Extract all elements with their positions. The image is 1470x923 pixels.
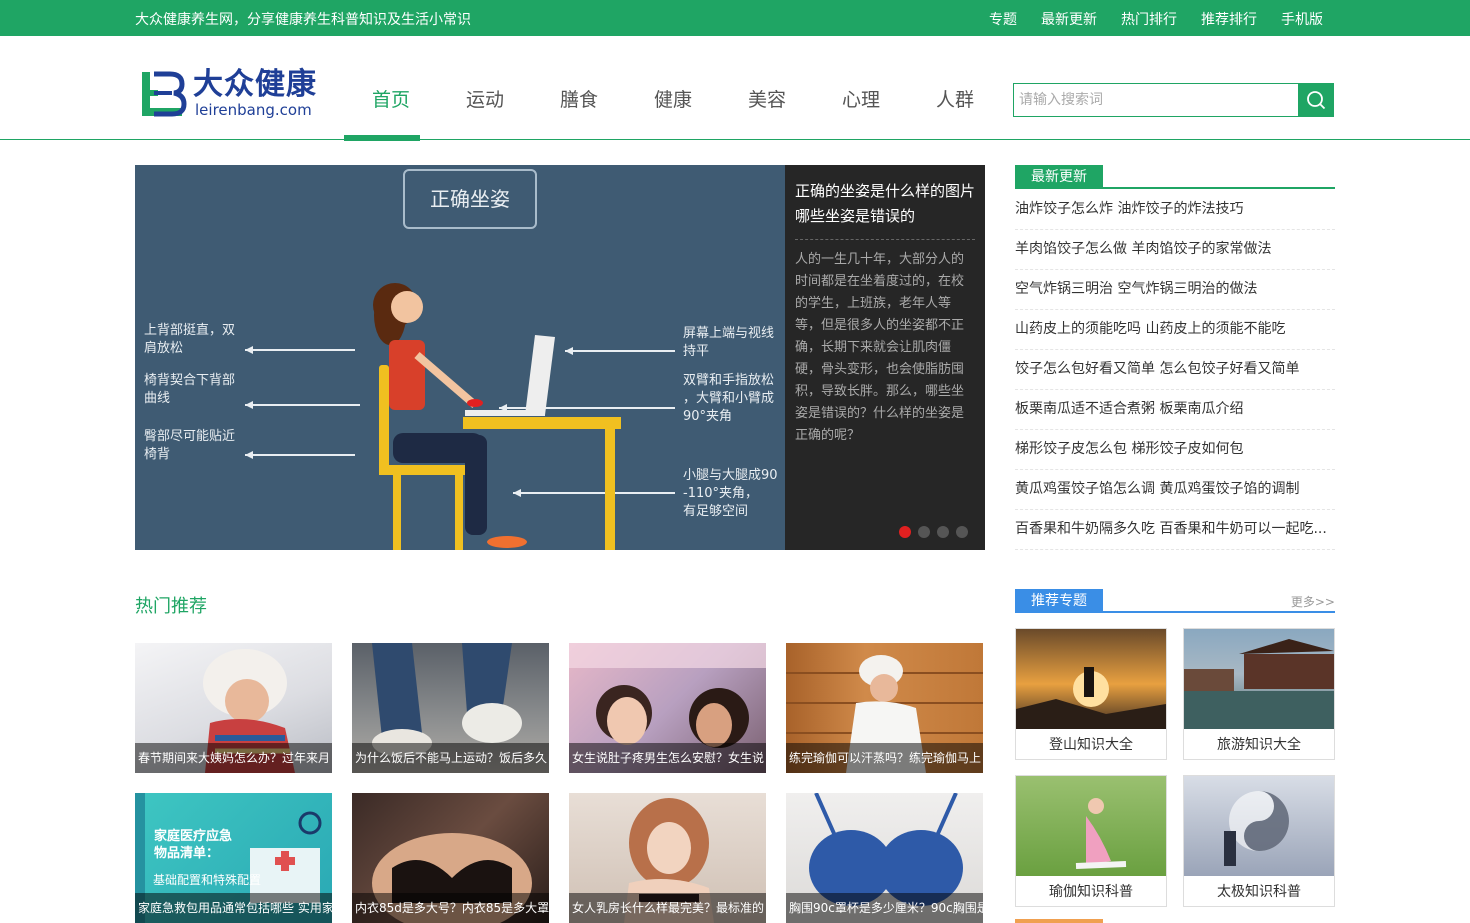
top-bar: 大众健康养生网，分享健康养生科普知识及生活小常识 专题 最新更新 热门排行 推荐… — [0, 0, 1470, 36]
card-caption: 家庭急救包用品通常包括哪些 实用家 — [135, 893, 332, 923]
nav-health[interactable]: 健康 — [626, 36, 720, 140]
search-input[interactable] — [1013, 83, 1299, 117]
yoga-photo-icon — [1016, 776, 1166, 876]
hot-heading: 热门推荐 — [135, 596, 207, 617]
topic-label: 太极知识科普 — [1217, 884, 1301, 900]
list-item[interactable]: 羊肉馅饺子怎么做 羊肉馅饺子的家常做法 — [1015, 230, 1335, 270]
logo-text: 大众健康 — [193, 67, 317, 102]
card-caption: 内衣85d是多大号？内衣85是多大罩 — [352, 893, 549, 923]
slide-info-panel: 正确的坐姿是什么样的图片 哪些坐姿是错误的 人的一生几十年，大部分人的时间都是在… — [785, 165, 985, 550]
label-arms: 双臂和手指放松 ，大臂和小臂成 90°夹角 — [683, 373, 775, 424]
search-button[interactable] — [1298, 83, 1334, 117]
hot-card[interactable]: 练完瑜伽可以汗蒸吗？练完瑜伽马上 — [786, 643, 983, 773]
first-aid-note: 基础配置和特殊配置 — [153, 873, 262, 887]
slide-description: 人的一生几十年，大部分人的时间都是在坐着度过的，在校的学生，上班族，老年人等等，… — [795, 252, 965, 443]
topic-label: 登山知识大全 — [1049, 737, 1133, 753]
top-links: 专题 最新更新 热门排行 推荐排行 手机版 — [989, 9, 1323, 29]
mountain-sunset-photo-icon — [1016, 629, 1166, 729]
list-item[interactable]: 黄瓜鸡蛋饺子馅怎么调 黄瓜鸡蛋饺子馅的调制 — [1015, 470, 1335, 510]
hot-card[interactable]: 家庭医疗应急 物品清单： 基础配置和特殊配置 家庭急救包用品通常包括哪些 实用家 — [135, 793, 332, 923]
list-item[interactable]: 空气炸锅三明治 空气炸锅三明治的做法 — [1015, 270, 1335, 310]
top-link-topics[interactable]: 专题 — [989, 9, 1017, 29]
topic-label: 瑜伽知识科普 — [1049, 884, 1133, 900]
main-nav: 首页 运动 膳食 健康 美容 心理 人群 — [344, 36, 1002, 141]
top-link-recommend-ranking[interactable]: 推荐排行 — [1201, 9, 1257, 29]
featured-slider: 正确坐姿 上背部挺直，双 肩放松 椅背契合下背部 曲线 臀部尽可能贴近 椅背 屏… — [135, 165, 985, 550]
taichi-photo-icon — [1184, 776, 1334, 876]
topic-card[interactable]: 太极知识科普 — [1183, 775, 1335, 907]
site-tagline: 大众健康养生网，分享健康养生科普知识及生活小常识 — [135, 12, 471, 28]
card-caption: 胸围90c罩杯是多少厘米？90c胸围是 — [786, 893, 983, 923]
list-item[interactable]: 板栗南瓜适不适合煮粥 板栗南瓜介绍 — [1015, 390, 1335, 430]
topic-card[interactable]: 旅游知识大全 — [1183, 628, 1335, 760]
logo-domain: leirenbang.com — [195, 101, 312, 119]
topics-header: 推荐专题 更多>> — [1015, 589, 1335, 613]
topic-label: 旅游知识大全 — [1217, 737, 1301, 753]
slider-dots — [899, 526, 968, 538]
hot-card[interactable]: 胸围90c罩杯是多少厘米？90c胸围是 — [786, 793, 983, 923]
first-aid-subheading: 物品清单： — [154, 846, 220, 861]
top-link-latest[interactable]: 最新更新 — [1041, 9, 1097, 29]
slide-title[interactable]: 正确的坐姿是什么样的图片 哪些坐姿是错误的 — [795, 179, 975, 240]
topics-more-link[interactable]: 更多>> — [1291, 593, 1335, 610]
nav-home[interactable]: 首页 — [344, 36, 438, 141]
slider-dot-3[interactable] — [937, 526, 949, 538]
header: 大众健康 leirenbang.com 首页 运动 膳食 健康 美容 心理 人群 — [0, 36, 1470, 141]
label-screen: 屏幕上端与视线 持平 — [683, 326, 775, 359]
search-icon — [1307, 91, 1326, 110]
top-link-mobile[interactable]: 手机版 — [1281, 9, 1323, 29]
latest-heading: 最新更新 — [1015, 165, 1103, 189]
hot-card[interactable]: 内衣85d是多大号？内衣85是多大罩 — [352, 793, 549, 923]
nav-groups[interactable]: 人群 — [908, 36, 1002, 140]
list-item[interactable]: 山药皮上的须能吃吗 山药皮上的须能不能吃 — [1015, 310, 1335, 350]
card-caption: 练完瑜伽可以汗蒸吗？练完瑜伽马上 — [786, 743, 983, 773]
nav-sports[interactable]: 运动 — [438, 36, 532, 140]
hot-card[interactable]: 女生说肚子疼男生怎么安慰？女生说 — [569, 643, 766, 773]
card-caption: 女人乳房长什么样最完美？最标准的 — [569, 893, 766, 923]
nav-psychology[interactable]: 心理 — [814, 36, 908, 140]
card-caption: 女生说肚子疼男生怎么安慰？女生说 — [569, 743, 766, 773]
topic-card[interactable]: 瑜伽知识科普 — [1015, 775, 1167, 907]
label-legs: 小腿与大腿成90 -110°夹角， 有足够空间 — [683, 468, 778, 519]
hot-card[interactable]: 为什么饭后不能马上运动？饭后多久 — [352, 643, 549, 773]
latest-header: 最新更新 — [1015, 165, 1335, 189]
first-aid-heading: 家庭医疗应急 — [154, 829, 233, 844]
orange-tab-edge — [1015, 919, 1103, 923]
slider-dot-1[interactable] — [899, 526, 911, 538]
list-item[interactable]: 梯形饺子皮怎么包 梯形饺子皮如何包 — [1015, 430, 1335, 470]
card-caption: 为什么饭后不能马上运动？饭后多久 — [352, 743, 549, 773]
water-town-photo-icon — [1184, 629, 1334, 729]
list-item[interactable]: 油炸饺子怎么炸 油炸饺子的炸法技巧 — [1015, 190, 1335, 230]
nav-beauty[interactable]: 美容 — [720, 36, 814, 140]
search-box — [1013, 83, 1334, 117]
slide-image[interactable]: 正确坐姿 上背部挺直，双 肩放松 椅背契合下背部 曲线 臀部尽可能贴近 椅背 屏… — [135, 165, 785, 550]
hot-card[interactable]: 女人乳房长什么样最完美？最标准的 — [569, 793, 766, 923]
logo-icon — [142, 71, 187, 117]
label-lower-back: 椅背契合下背部 曲线 — [144, 373, 236, 406]
topics-heading: 推荐专题 — [1015, 589, 1103, 613]
slider-dot-2[interactable] — [918, 526, 930, 538]
list-item[interactable]: 百香果和牛奶隔多久吃 百香果和牛奶可以一起吃... — [1015, 510, 1335, 550]
card-caption: 春节期间来大姨妈怎么办？过年来月 — [135, 743, 332, 773]
label-hips: 臀部尽可能贴近 椅背 — [144, 429, 236, 462]
nav-diet[interactable]: 膳食 — [532, 36, 626, 140]
top-link-hot-ranking[interactable]: 热门排行 — [1121, 9, 1177, 29]
label-upper-back: 上背部挺直，双 肩放松 — [144, 323, 236, 356]
topic-card[interactable]: 登山知识大全 — [1015, 628, 1167, 760]
latest-list: 油炸饺子怎么炸 油炸饺子的炸法技巧 羊肉馅饺子怎么做 羊肉馅饺子的家常做法 空气… — [1015, 190, 1335, 550]
list-item[interactable]: 饺子怎么包好看又简单 怎么包饺子好看又简单 — [1015, 350, 1335, 390]
slider-dot-4[interactable] — [956, 526, 968, 538]
site-logo[interactable]: 大众健康 leirenbang.com — [140, 68, 330, 120]
hot-card[interactable]: 春节期间来大姨妈怎么办？过年来月 — [135, 643, 332, 773]
